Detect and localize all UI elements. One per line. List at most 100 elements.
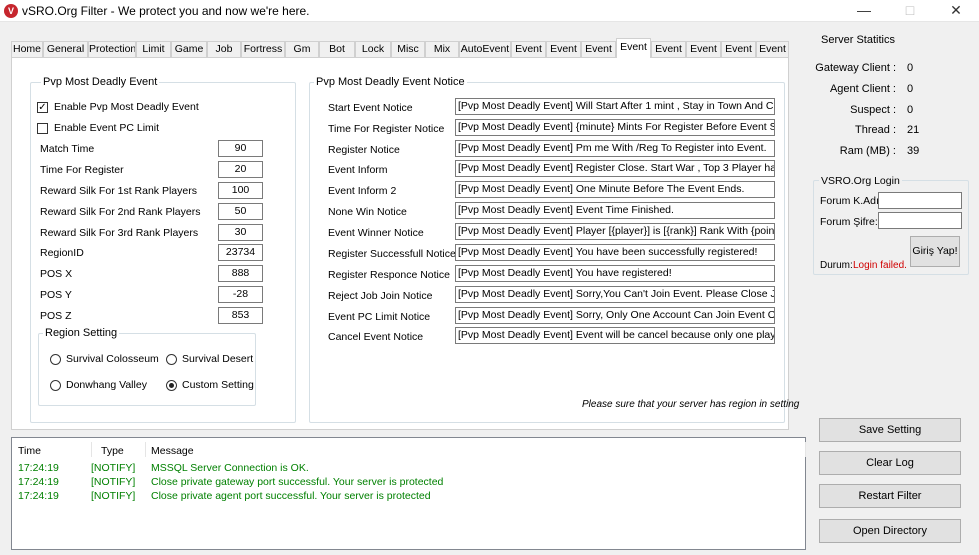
tab-event-1[interactable]: Event <box>511 41 546 58</box>
reward-2nd-input[interactable]: 50 <box>218 203 263 220</box>
region-radio-custom[interactable] <box>166 380 177 391</box>
reward-3rd-input[interactable]: 30 <box>218 224 263 241</box>
notice-input[interactable]: [Pvp Most Deadly Event] {minute} Mints F… <box>455 119 775 136</box>
server-stats-panel: Server Statitics Gateway Client : 0 Agen… <box>813 34 974 166</box>
minimize-icon[interactable]: — <box>841 0 887 22</box>
notice-label: Register Successfull Notice <box>328 248 456 260</box>
notice-input[interactable]: [Pvp Most Deadly Event] You have registe… <box>455 265 775 282</box>
stat-ram-value: 39 <box>907 145 920 157</box>
region-radio-donwhang[interactable] <box>50 380 61 391</box>
notice-input[interactable]: [Pvp Most Deadly Event] Player [{player}… <box>455 223 775 240</box>
tab-event-7[interactable]: Event <box>721 41 756 58</box>
restart-filter-button[interactable]: Restart Filter <box>819 484 961 508</box>
log-row-time: 17:24:19 <box>18 462 59 474</box>
stat-gateway-label: Gateway Client : <box>815 62 896 74</box>
pos-y-label: POS Y <box>40 289 72 301</box>
notice-input[interactable]: [Pvp Most Deadly Event] One Minute Befor… <box>455 181 775 198</box>
login-button[interactable]: Giriş Yap! <box>910 236 960 267</box>
region-radio-desert[interactable] <box>166 354 177 365</box>
reward-3rd-label: Reward Silk For 3rd Rank Players <box>40 227 199 239</box>
tab-event-3[interactable]: Event <box>581 41 616 58</box>
log-header-type[interactable]: Type <box>101 445 124 457</box>
open-directory-button[interactable]: Open Directory <box>819 519 961 543</box>
log-row-message: Close private gateway port successful. Y… <box>151 476 444 488</box>
clear-log-button[interactable]: Clear Log <box>819 451 961 475</box>
tab-misc[interactable]: Misc <box>391 41 425 58</box>
tab-event-6[interactable]: Event <box>686 41 721 58</box>
reward-2nd-label: Reward Silk For 2nd Rank Players <box>40 206 201 218</box>
pos-y-input[interactable]: -28 <box>218 286 263 303</box>
tab-bot[interactable]: Bot <box>319 41 355 58</box>
column-divider <box>805 442 806 457</box>
notice-input[interactable]: [Pvp Most Deadly Event] Event Time Finis… <box>455 202 775 219</box>
pos-x-input[interactable]: 888 <box>218 265 263 282</box>
region-id-label: RegionID <box>40 247 84 259</box>
notice-label: Event Inform 2 <box>328 185 397 197</box>
column-divider <box>145 442 146 457</box>
enable-event-checkbox[interactable]: ✓ <box>37 102 48 113</box>
notice-label: Reject Job Join Notice <box>328 290 433 302</box>
stat-agent-value: 0 <box>907 83 914 95</box>
stat-suspect-label: Suspect : <box>850 104 896 116</box>
reward-1st-input[interactable]: 100 <box>218 182 263 199</box>
register-time-input[interactable]: 20 <box>218 161 263 178</box>
pos-z-input[interactable]: 853 <box>218 307 263 324</box>
notice-group-label: Pvp Most Deadly Event Notice <box>314 76 467 88</box>
notice-input[interactable]: [Pvp Most Deadly Event] Will Start After… <box>455 98 775 115</box>
stat-thread-value: 21 <box>907 124 920 136</box>
notice-label: Cancel Event Notice <box>328 331 424 343</box>
tab-general[interactable]: General <box>43 41 88 58</box>
notice-label: None Win Notice <box>328 206 407 218</box>
log-header-message[interactable]: Message <box>151 445 194 457</box>
tab-event-2[interactable]: Event <box>546 41 581 58</box>
save-setting-button[interactable]: Save Setting <box>819 418 961 442</box>
notice-input[interactable]: [Pvp Most Deadly Event] Pm me With /Reg … <box>455 140 775 157</box>
enable-pclimit-label: Enable Event PC Limit <box>54 122 160 134</box>
enable-pclimit-checkbox[interactable] <box>37 123 48 134</box>
notice-input[interactable]: [Pvp Most Deadly Event] Register Close. … <box>455 160 775 177</box>
log-row-message: MSSQL Server Connection is OK. <box>151 462 309 474</box>
forum-password-input[interactable] <box>878 212 962 229</box>
match-time-input[interactable]: 90 <box>218 140 263 157</box>
region-radio-colosseum[interactable] <box>50 354 61 365</box>
tab-home[interactable]: Home <box>11 41 43 58</box>
tab-event-8[interactable]: Event <box>756 41 789 58</box>
tab-fortress[interactable]: Fortress <box>241 41 285 58</box>
log-header-time[interactable]: Time <box>18 445 41 457</box>
login-status-value: Login failed. <box>853 260 907 271</box>
notice-input[interactable]: [Pvp Most Deadly Event] Sorry, Only One … <box>455 307 775 324</box>
notice-input[interactable]: [Pvp Most Deadly Event] You have been su… <box>455 244 775 261</box>
region-option-custom: Custom Setting <box>182 379 254 391</box>
tab-limit[interactable]: Limit <box>136 41 171 58</box>
tab-page: Pvp Most Deadly Event ✓ Enable Pvp Most … <box>11 57 799 430</box>
close-icon[interactable]: ✕ <box>933 0 979 22</box>
tab-event-4[interactable]: Event <box>616 38 651 58</box>
stat-thread-label: Thread : <box>855 124 896 136</box>
region-id-input[interactable]: 23734 <box>218 244 263 261</box>
tab-protection[interactable]: Protection <box>88 41 136 58</box>
log-row-time: 17:24:19 <box>18 476 59 488</box>
notice-label: Event PC Limit Notice <box>328 311 431 323</box>
tab-event-5[interactable]: Event <box>651 41 686 58</box>
forum-username-label: Forum K.Adı: <box>820 195 882 207</box>
log-row-type: [NOTIFY] <box>91 462 136 474</box>
notice-input[interactable]: [Pvp Most Deadly Event] Event will be ca… <box>455 327 775 344</box>
tab-game[interactable]: Game <box>171 41 207 58</box>
tab-job[interactable]: Job <box>207 41 241 58</box>
tab-autoevent[interactable]: AutoEvent <box>459 41 511 58</box>
log-list[interactable]: Time Type Message 17:24:19 [NOTIFY] MSSQ… <box>11 437 806 550</box>
tab-mix[interactable]: Mix <box>425 41 459 58</box>
column-divider <box>91 442 92 457</box>
title-bar: V vSRO.Org Filter - We protect you and n… <box>0 0 979 22</box>
stat-gateway-value: 0 <box>907 62 914 74</box>
log-row-type: [NOTIFY] <box>91 490 136 502</box>
region-setting-label: Region Setting <box>43 327 120 339</box>
tab-gm[interactable]: Gm <box>285 41 319 58</box>
notice-input[interactable]: [Pvp Most Deadly Event] Sorry,You Can't … <box>455 286 775 303</box>
maximize-icon[interactable]: □ <box>887 0 933 22</box>
forum-username-input[interactable] <box>878 192 962 209</box>
region-option-desert: Survival Desert <box>182 353 254 365</box>
notice-label: Start Event Notice <box>328 102 413 114</box>
tab-lock[interactable]: Lock <box>355 41 391 58</box>
log-row-type: [NOTIFY] <box>91 476 136 488</box>
